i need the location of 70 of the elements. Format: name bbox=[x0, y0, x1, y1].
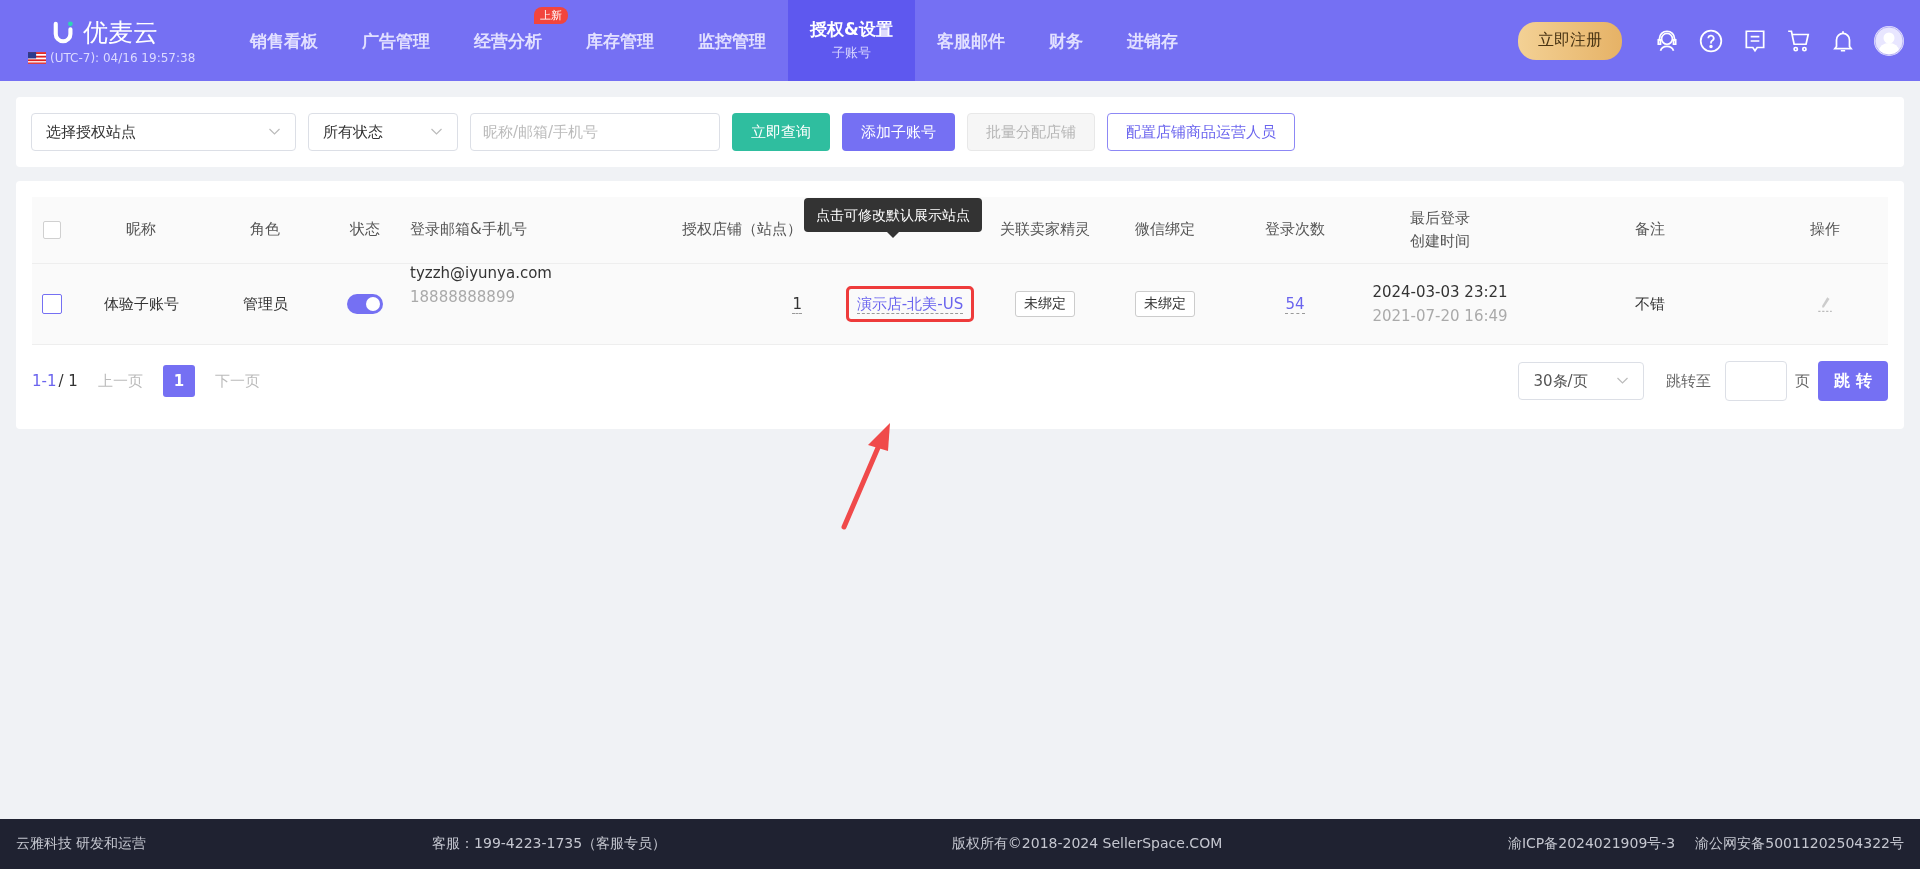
column-header: 操作 bbox=[1810, 220, 1840, 240]
site-select[interactable]: 选择授权站点 bbox=[31, 113, 296, 151]
table-cell: 管理员 bbox=[242, 294, 288, 314]
nav-tab[interactable]: 授权&设置 子账号 bbox=[788, 0, 915, 81]
nav-tab[interactable]: 客服邮件 bbox=[914, 30, 1027, 51]
register-button[interactable]: 立即注册 bbox=[1518, 21, 1622, 60]
status-toggle[interactable] bbox=[347, 294, 383, 314]
avatar-icon[interactable] bbox=[1874, 25, 1904, 56]
nav-tab[interactable]: 进销存 bbox=[1104, 30, 1200, 51]
row-checkbox[interactable] bbox=[42, 294, 62, 314]
shop-count-link[interactable]: 1 bbox=[792, 294, 802, 314]
created-time: 2021-07-20 16:49 bbox=[1372, 307, 1508, 325]
column-header: 微信绑定 bbox=[1135, 220, 1195, 240]
filter-button[interactable]: 立即查询 bbox=[732, 113, 830, 151]
filter-button[interactable]: 配置店铺商品运营人员 bbox=[1107, 113, 1295, 151]
column-header: 状态 bbox=[350, 220, 380, 240]
timezone-clock: (UTC-7): 04/16 19:57:38 bbox=[50, 51, 196, 65]
chevron-icon bbox=[1616, 377, 1630, 385]
footer-text: 版权所有©2018-2024 SellerSpace.COM bbox=[951, 835, 1223, 853]
page-unit: 页 bbox=[1795, 371, 1811, 391]
page-total: / 1 bbox=[58, 372, 78, 390]
status-select[interactable]: 所有状态 bbox=[308, 113, 458, 151]
footer-text: 客服：199-4223-1735（客服专员） bbox=[432, 835, 667, 853]
column-header: 授权店铺（站点） bbox=[682, 220, 802, 240]
email-text: tyzzh@iyunya.com bbox=[410, 264, 552, 282]
jump-label: 跳转至 bbox=[1666, 371, 1712, 391]
help-icon[interactable] bbox=[1698, 27, 1724, 54]
chevron-icon bbox=[268, 128, 281, 136]
chevron-icon bbox=[430, 128, 443, 136]
nav-tab[interactable]: 财务 bbox=[1026, 30, 1105, 51]
table-cell: 体验子账号 bbox=[103, 294, 179, 314]
search-field[interactable]: 昵称/邮箱/手机号 bbox=[470, 113, 720, 151]
nav-tab[interactable]: 监控管理 bbox=[676, 30, 788, 51]
headset-icon[interactable] bbox=[1654, 27, 1680, 54]
last-login-time: 2024-03-03 23:21 bbox=[1372, 283, 1508, 301]
column-header: 关联卖家精灵 bbox=[1000, 220, 1090, 240]
select-all-checkbox[interactable] bbox=[43, 221, 61, 239]
page-size-select[interactable]: 30条/页 bbox=[1518, 362, 1645, 400]
tooltip: 点击可修改默认展示站点 bbox=[804, 198, 982, 232]
footer-text: 渝ICP备2024021909号-3 bbox=[1507, 835, 1676, 853]
footer-text: 云雅科技 研发和运营 bbox=[16, 835, 147, 853]
nav-tab[interactable]: 销售看板 bbox=[228, 30, 340, 51]
login-count-link[interactable]: 54 bbox=[1285, 294, 1305, 314]
nav-tab[interactable]: 库存管理 bbox=[564, 30, 676, 51]
column-header: 最后登录 bbox=[1410, 208, 1470, 228]
flag-icon bbox=[28, 52, 46, 64]
column-header: 登录次数 bbox=[1265, 220, 1325, 240]
page-range: 1-1 bbox=[32, 372, 57, 390]
nav-tab[interactable]: 经营分析 bbox=[452, 30, 564, 51]
column-header: 角色 bbox=[250, 220, 280, 240]
new-badge: 上新 bbox=[534, 7, 568, 24]
phone-text: 18888888899 bbox=[410, 288, 515, 306]
column-header: 登录邮箱&手机号 bbox=[410, 220, 527, 240]
unbound-tag: 未绑定 bbox=[1135, 291, 1195, 317]
table-cell: 不错 bbox=[1635, 294, 1665, 314]
logo-icon bbox=[53, 19, 75, 46]
page-number[interactable]: 1 bbox=[162, 365, 195, 397]
column-header: 创建时间 bbox=[1410, 232, 1470, 252]
jump-button[interactable]: 跳 转 bbox=[1818, 361, 1888, 401]
tooltip-pointer bbox=[887, 232, 899, 238]
brand-name: 优麦云 bbox=[83, 17, 158, 49]
page-input[interactable] bbox=[1725, 361, 1788, 401]
unbound-tag: 未绑定 bbox=[1015, 291, 1075, 317]
cart-icon[interactable] bbox=[1786, 27, 1812, 54]
column-header: 备注 bbox=[1635, 220, 1665, 240]
column-header: 昵称 bbox=[126, 220, 156, 240]
nav-tab[interactable]: 广告管理 bbox=[340, 30, 452, 51]
footer-text: 渝公网安备50011202504322号 bbox=[1695, 835, 1904, 853]
message-icon[interactable] bbox=[1742, 27, 1768, 54]
filter-button[interactable]: 添加子账号 bbox=[842, 113, 955, 151]
